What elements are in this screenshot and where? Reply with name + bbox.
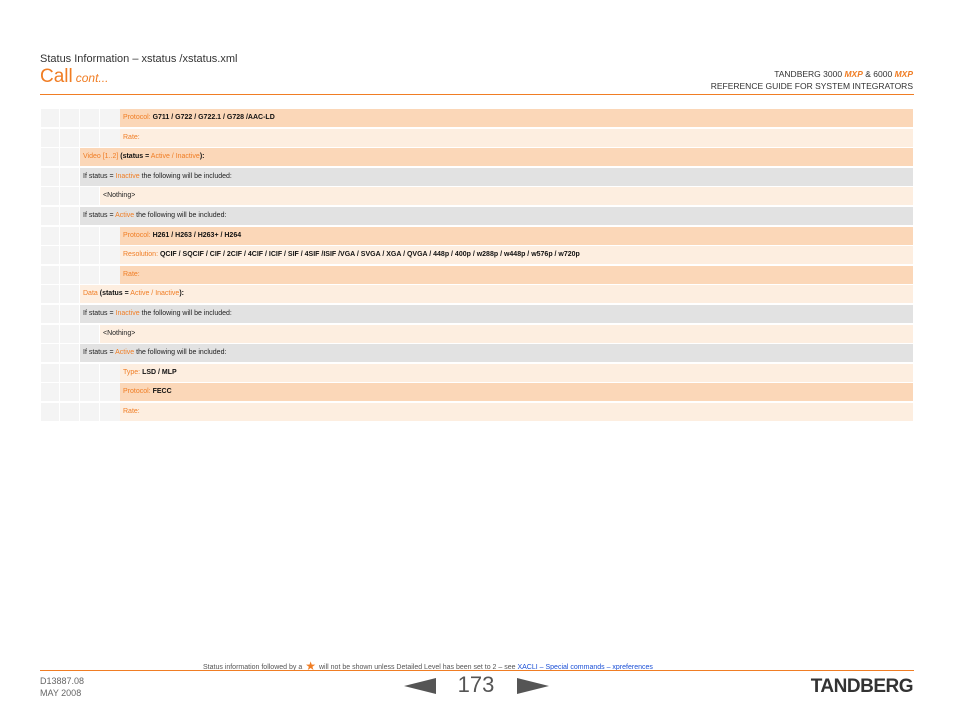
previous-page-arrow-icon[interactable] (404, 678, 436, 694)
row-content: <Nothing> (100, 324, 913, 343)
row-content: Protocol: H261 / H263 / H263+ / H264 (120, 226, 913, 245)
table-row: Rate: (41, 128, 913, 147)
condition-post: the following will be included: (136, 349, 227, 357)
row-content: Rate: (120, 402, 913, 421)
field-label: Type: (123, 368, 141, 376)
row-content: Type: LSD / MLP (120, 363, 913, 382)
field-label: Rate: (123, 407, 140, 415)
mxp-label: MXP (894, 69, 913, 79)
condition-pre: If status = (83, 309, 114, 317)
field-label: Rate: (123, 133, 140, 141)
table-row: Rate: (41, 402, 913, 421)
tandberg-logo: TANDBERG (810, 676, 914, 697)
field-value: QCIF / SQCIF / CIF / 2CIF / 4CIF / ICIF … (159, 251, 580, 259)
row-content: Resolution: QCIF / SQCIF / CIF / 2CIF / … (120, 246, 913, 265)
row-content: Protocol: FECC (120, 383, 913, 402)
document-id: D13887.08 MAY 2008 (40, 675, 84, 699)
page-number: 173 (457, 672, 495, 697)
condition-pre: If status = (83, 172, 114, 180)
field-value: H261 / H263 / H263+ / H264 (152, 231, 242, 239)
nothing-label: <Nothing> (103, 329, 136, 337)
field-value: G711 / G722 / G722.1 / G728 /AAC-LD (152, 114, 275, 121)
next-page-arrow-icon[interactable] (517, 678, 549, 694)
attr-values: Active / Inactive (130, 290, 180, 298)
doc-number: D13887.08 (40, 676, 85, 686)
attr-open: (status = (99, 290, 129, 298)
row-content: Rate: (120, 265, 913, 284)
nothing-label: <Nothing> (103, 192, 136, 200)
condition-post: the following will be included: (136, 211, 227, 219)
condition-pre: If status = (83, 211, 114, 219)
row-content: <Nothing> (100, 187, 913, 206)
product-name-3000: TANDBERG 3000 (774, 69, 843, 79)
field-label: Protocol: (123, 114, 151, 121)
row-content: Video [1..2] (status = Active / Inactive… (80, 148, 913, 167)
condition-key: Active (115, 349, 135, 357)
field-value: LSD / MLP (142, 368, 177, 376)
condition-key: Inactive (115, 309, 140, 317)
page-title-text: Call (40, 66, 73, 87)
table-row: Type: LSD / MLP (41, 363, 913, 382)
product-line: TANDBERG 3000 MXP & 6000 MXP (711, 68, 913, 80)
doc-date: MAY 2008 (40, 688, 82, 698)
field-label: Rate: (123, 270, 140, 278)
table-row: If status = Active the following will be… (41, 344, 913, 363)
header-divider (40, 94, 914, 95)
table-row: If status = Active the following will be… (41, 206, 913, 225)
attr-close: ): (179, 290, 184, 298)
page-title-cont: cont... (75, 71, 109, 85)
attr-close: ): (199, 153, 205, 161)
table-row: If status = Inactive the following will … (41, 167, 913, 186)
guide-name: REFERENCE GUIDE FOR SYSTEM INTEGRATORS (710, 81, 913, 91)
field-value: FECC (152, 388, 172, 396)
row-content: Rate: (120, 128, 913, 147)
condition-post: the following will be included: (141, 309, 232, 317)
table-row: Video [1..2] (status = Active / Inactive… (41, 148, 913, 167)
ampersand: & (865, 69, 871, 79)
table-row: Rate: (41, 265, 913, 284)
table-row: Resolution: QCIF / SQCIF / CIF / 2CIF / … (41, 246, 913, 265)
table-row: <Nothing> (41, 324, 913, 343)
mxp-label: MXP (844, 69, 863, 79)
row-content: Protocol: G711 / G722 / G722.1 / G728 /A… (120, 109, 913, 127)
table-row: Protocol: H261 / H263 / H263+ / H264 (41, 226, 913, 245)
element-name: Data (83, 290, 98, 298)
condition-key: Active (115, 211, 135, 219)
table-row: Protocol: G711 / G722 / G722.1 / G728 /A… (41, 109, 913, 127)
footer-divider (40, 670, 914, 671)
row-content: Data (status = Active / Inactive): (80, 285, 913, 304)
section-subtitle: Status Information – xstatus /xstatus.xm… (40, 53, 238, 65)
table-row: If status = Inactive the following will … (41, 304, 913, 323)
field-label: Protocol: (123, 388, 151, 396)
table-row: Data (status = Active / Inactive): (41, 285, 913, 304)
condition-pre: If status = (83, 349, 114, 357)
row-content: If status = Active the following will be… (80, 344, 913, 363)
field-label: Resolution: (123, 251, 159, 259)
table-row: Protocol: FECC (41, 383, 913, 402)
row-content: If status = Inactive the following will … (80, 167, 913, 186)
field-label: Protocol: (123, 231, 151, 239)
product-name-6000: 6000 (873, 69, 893, 79)
product-info: TANDBERG 3000 MXP & 6000 MXP REFERENCE G… (711, 68, 913, 92)
attr-open: (status = (120, 153, 150, 161)
row-content: If status = Inactive the following will … (80, 304, 913, 323)
element-name: Video [1..2] (83, 153, 119, 161)
page-title: Call cont... (40, 66, 108, 88)
status-table: Protocol: G711 / G722 / G722.1 / G728 /A… (41, 109, 913, 423)
attr-values: Active / Inactive (150, 153, 200, 161)
table-row: <Nothing> (41, 187, 913, 206)
condition-post: the following will be included: (141, 172, 232, 180)
row-content: If status = Active the following will be… (80, 206, 913, 225)
condition-key: Inactive (115, 172, 140, 180)
